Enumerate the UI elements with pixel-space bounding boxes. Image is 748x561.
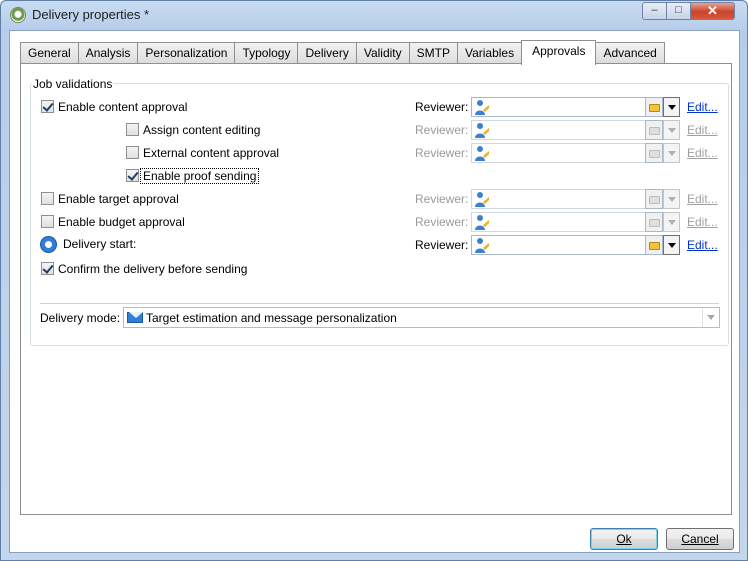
folder-icon xyxy=(649,150,660,158)
reviewer-label: Reviewer: xyxy=(415,146,469,160)
budget-approval-row: Enable budget approval Reviewer: Edit... xyxy=(31,212,730,232)
reviewer-dropdown-button[interactable] xyxy=(663,143,680,163)
target-approval-row: Enable target approval Reviewer: Edit... xyxy=(31,189,730,209)
user-icon xyxy=(475,192,489,207)
delivery-start-icon xyxy=(40,236,57,253)
external-content-approval-row: External content approval Reviewer: Edit… xyxy=(31,143,730,163)
tab-typology[interactable]: Typology xyxy=(234,42,299,64)
edit-link[interactable]: Edit... xyxy=(687,123,718,137)
folder-button[interactable] xyxy=(645,235,663,255)
folder-icon xyxy=(649,196,660,204)
reviewer-label: Reviewer: xyxy=(415,123,469,137)
reviewer-dropdown-button[interactable] xyxy=(663,235,680,255)
edit-link[interactable]: Edit... xyxy=(687,238,718,252)
folder-button[interactable] xyxy=(645,189,663,209)
edit-link[interactable]: Edit... xyxy=(687,192,718,206)
budget-approval-checkbox[interactable] xyxy=(41,215,54,228)
confirm-delivery-checkbox[interactable] xyxy=(41,262,54,275)
tab-variables[interactable]: Variables xyxy=(456,42,523,64)
proof-sending-label: Enable proof sending xyxy=(139,168,260,184)
proof-sending-checkbox[interactable] xyxy=(126,169,139,182)
maximize-button[interactable]: □ xyxy=(666,2,691,20)
user-icon xyxy=(475,146,489,161)
assign-content-editing-row: Assign content editing Reviewer: Edit... xyxy=(31,120,730,140)
reviewer-label: Reviewer: xyxy=(415,238,469,252)
folder-button[interactable] xyxy=(645,143,663,163)
folder-button[interactable] xyxy=(645,212,663,232)
target-approval-checkbox[interactable] xyxy=(41,192,54,205)
close-button[interactable]: ✕ xyxy=(690,2,735,20)
window-title: Delivery properties * xyxy=(32,7,150,22)
tab-analysis[interactable]: Analysis xyxy=(77,42,139,64)
ok-button-label: Ok xyxy=(616,532,632,546)
reviewer-dropdown-button[interactable] xyxy=(663,120,680,140)
budget-approval-label: Enable budget approval xyxy=(58,215,185,229)
folder-button[interactable] xyxy=(645,120,663,140)
external-content-approval-checkbox[interactable] xyxy=(126,146,139,159)
tab-strip: General Analysis Personalization Typolog… xyxy=(20,40,665,65)
tab-approvals[interactable]: Approvals xyxy=(521,40,597,65)
reviewer-input[interactable] xyxy=(471,235,646,255)
tab-general[interactable]: General xyxy=(20,42,79,64)
minimize-button[interactable]: – xyxy=(642,2,667,20)
title-bar[interactable]: Delivery properties * – □ ✕ xyxy=(1,1,747,29)
folder-icon xyxy=(649,242,660,250)
edit-link[interactable]: Edit... xyxy=(687,215,718,229)
user-icon xyxy=(475,238,489,253)
dialog-body: General Analysis Personalization Typolog… xyxy=(9,30,740,553)
reviewer-dropdown-button[interactable] xyxy=(663,97,680,117)
target-approval-label: Enable target approval xyxy=(58,192,179,206)
tab-delivery[interactable]: Delivery xyxy=(297,42,357,64)
tab-advanced[interactable]: Advanced xyxy=(595,42,665,64)
edit-link[interactable]: Edit... xyxy=(687,146,718,160)
reviewer-input[interactable] xyxy=(471,143,646,163)
edit-link[interactable]: Edit... xyxy=(687,100,718,114)
user-icon xyxy=(475,100,489,115)
delivery-start-label: Delivery start: xyxy=(63,237,137,251)
delivery-mode-value: Target estimation and message personaliz… xyxy=(146,311,397,325)
job-validations-group: Enable content approval Reviewer: Edit..… xyxy=(30,83,729,346)
job-validations-legend: Job validations xyxy=(32,77,114,91)
delivery-start-row: Delivery start: Reviewer: Edit... xyxy=(31,235,730,255)
reviewer-input[interactable] xyxy=(471,189,646,209)
reviewer-input[interactable] xyxy=(471,97,646,117)
folder-icon xyxy=(649,127,660,135)
folder-icon xyxy=(649,219,660,227)
ok-button[interactable]: Ok xyxy=(590,528,658,550)
reviewer-input[interactable] xyxy=(471,212,646,232)
cancel-button-label: Cancel xyxy=(681,532,719,546)
reviewer-dropdown-button[interactable] xyxy=(663,212,680,232)
chevron-down-icon[interactable] xyxy=(702,308,719,327)
reviewer-label: Reviewer: xyxy=(415,215,469,229)
delivery-mode-select[interactable]: Target estimation and message personaliz… xyxy=(123,307,720,328)
user-icon xyxy=(475,123,489,138)
approvals-panel: Enable content approval Reviewer: Edit..… xyxy=(20,63,732,515)
reviewer-label: Reviewer: xyxy=(415,100,469,114)
tab-personalization[interactable]: Personalization xyxy=(137,42,236,64)
confirm-delivery-label: Confirm the delivery before sending xyxy=(58,262,248,276)
external-content-approval-label: External content approval xyxy=(143,146,280,160)
folder-button[interactable] xyxy=(645,97,663,117)
reviewer-input[interactable] xyxy=(471,120,646,140)
reviewer-dropdown-button[interactable] xyxy=(663,189,680,209)
assign-content-editing-label: Assign content editing xyxy=(143,123,261,137)
confirm-delivery-row: Confirm the delivery before sending xyxy=(31,259,730,279)
app-icon xyxy=(10,7,26,23)
dialog-window: Delivery properties * – □ ✕ General Anal… xyxy=(0,0,748,561)
tab-smtp[interactable]: SMTP xyxy=(408,42,458,64)
content-approval-checkbox[interactable] xyxy=(41,100,54,113)
cancel-button[interactable]: Cancel xyxy=(666,528,734,550)
content-approval-row: Enable content approval Reviewer: Edit..… xyxy=(31,97,730,117)
proof-sending-row: Enable proof sending xyxy=(31,166,730,186)
folder-icon xyxy=(649,104,660,112)
reviewer-label: Reviewer: xyxy=(415,192,469,206)
tab-validity[interactable]: Validity xyxy=(355,42,410,64)
content-approval-label: Enable content approval xyxy=(58,100,188,114)
user-icon xyxy=(475,215,489,230)
assign-content-editing-checkbox[interactable] xyxy=(126,123,139,136)
delivery-mode-label: Delivery mode: xyxy=(40,311,121,325)
divider xyxy=(40,303,719,304)
envelope-icon xyxy=(127,312,143,323)
